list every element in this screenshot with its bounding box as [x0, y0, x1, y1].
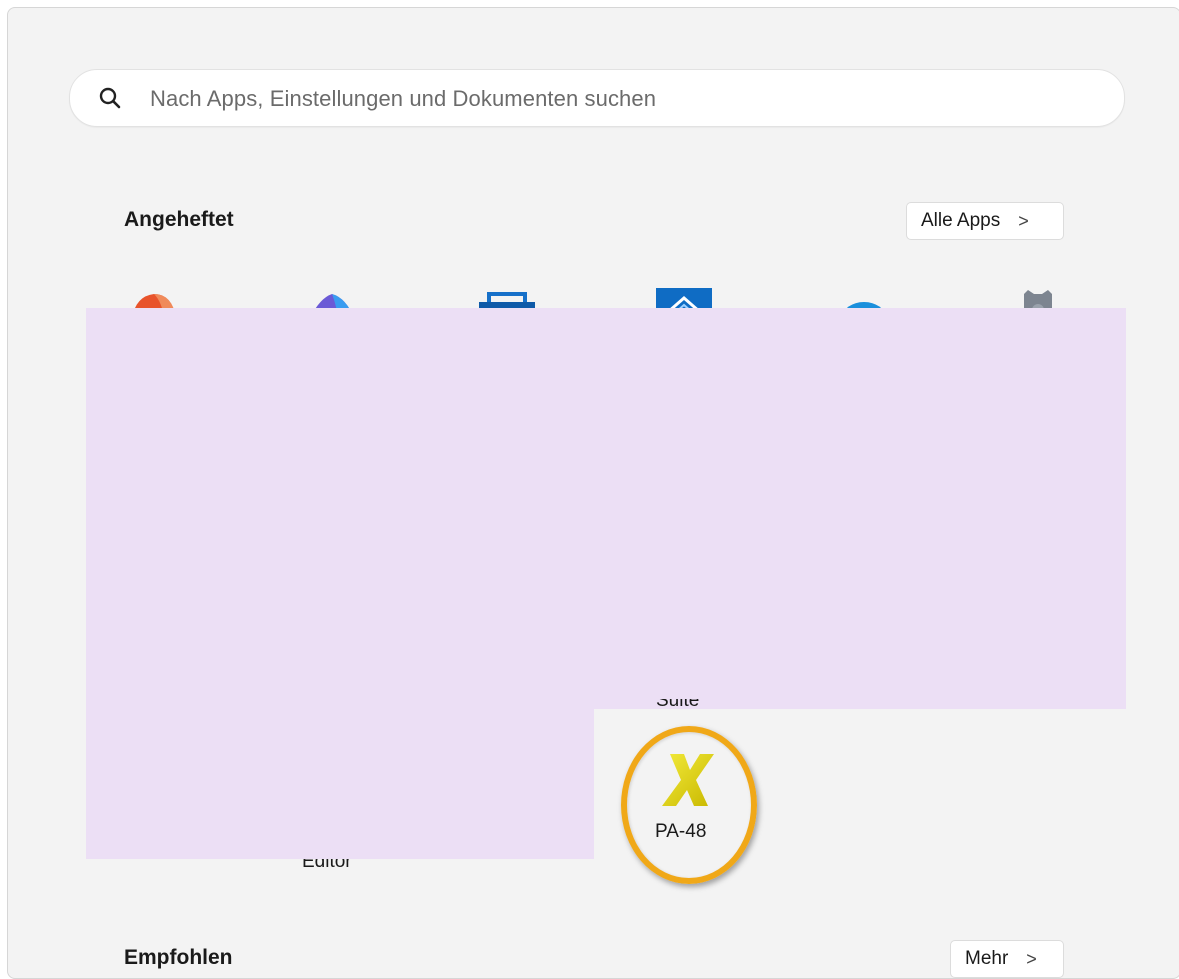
highlight-ring	[621, 726, 757, 884]
editor-label: Editor	[302, 859, 352, 872]
search-box[interactable]: Nach Apps, Einstellungen und Dokumenten …	[69, 69, 1125, 127]
start-menu: Nach Apps, Einstellungen und Dokumenten …	[7, 7, 1179, 979]
suite-label: Suite	[656, 699, 700, 711]
redacted-region-lower	[86, 709, 594, 859]
redacted-region-upper	[86, 308, 1126, 709]
all-apps-label: Alle Apps	[921, 210, 1001, 231]
pinned-section-title: Angeheftet	[124, 208, 234, 231]
more-label: Mehr	[965, 948, 1009, 969]
search-icon	[99, 87, 121, 109]
editor-label-clip: Editor	[298, 859, 368, 879]
recommended-section-title: Empfohlen	[124, 946, 233, 969]
more-button[interactable]: Mehr >	[950, 940, 1064, 978]
chevron-right-icon: >	[1018, 210, 1029, 231]
all-apps-button[interactable]: Alle Apps >	[906, 202, 1064, 240]
search-placeholder: Nach Apps, Einstellungen und Dokumenten …	[150, 86, 657, 111]
chevron-right-icon: >	[1026, 948, 1037, 969]
suite-label-clip: Suite	[648, 699, 718, 711]
